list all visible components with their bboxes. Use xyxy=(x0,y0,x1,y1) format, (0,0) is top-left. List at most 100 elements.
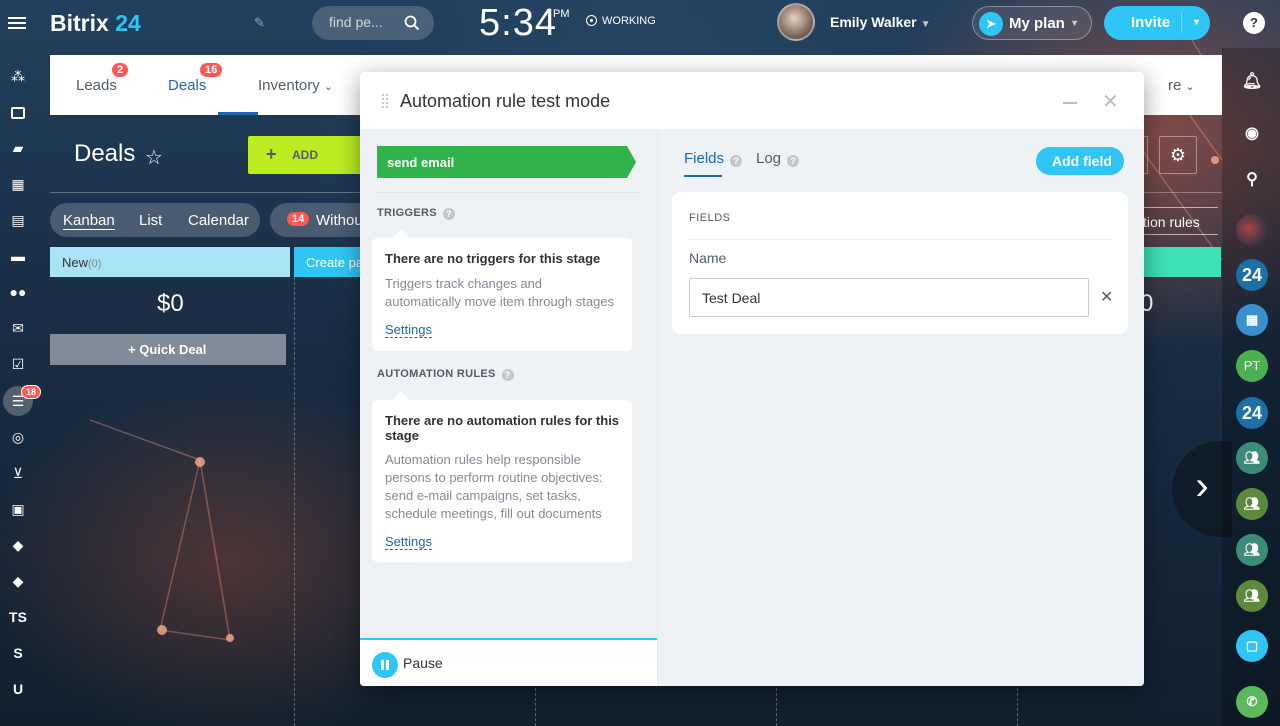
sidebar-item-ts[interactable]: TS xyxy=(5,604,31,630)
work-status[interactable]: WORKING xyxy=(586,15,656,27)
tab-deals[interactable]: Deals xyxy=(168,77,206,94)
without-badge: 14 xyxy=(287,212,310,226)
kanban-column-right[interactable] xyxy=(1143,247,1221,277)
sidebar-item-u[interactable]: U xyxy=(5,676,31,702)
kanban-column-create[interactable]: Create pa xyxy=(294,247,364,277)
triggers-section-title: TRIGGERS? xyxy=(377,207,455,220)
invite-button[interactable]: Invite ▼ xyxy=(1104,6,1210,40)
chevron-down-icon: ▼ xyxy=(920,19,931,30)
leads-badge: 2 xyxy=(112,63,129,77)
add-deal-button[interactable]: + ADD xyxy=(248,136,368,174)
tasks-icon[interactable]: ☑ xyxy=(5,351,31,377)
top-header: Bitrix 24 ✎ 5:34 PM WORKING Emily Walker… xyxy=(0,0,1280,48)
chevron-down-icon[interactable]: ▼ xyxy=(1192,17,1201,27)
kanban-column-new[interactable]: New(0) xyxy=(50,247,290,277)
quick-deal-button[interactable]: + Quick Deal xyxy=(50,334,286,365)
chat-avatar[interactable] xyxy=(1236,214,1268,246)
triggers-settings-link[interactable]: Settings xyxy=(385,322,432,338)
triggers-card-title: There are no triggers for this stage xyxy=(385,251,601,266)
cube-icon-2[interactable]: ◆ xyxy=(5,568,31,594)
messenger-icon[interactable]: ◉ xyxy=(1236,118,1268,150)
pause-icon[interactable] xyxy=(372,652,398,678)
bitrix24-logo[interactable]: Bitrix 24 xyxy=(50,10,141,37)
gear-icon: ⚙ xyxy=(1169,145,1187,165)
help-icon[interactable]: ? xyxy=(730,155,743,167)
documents-icon[interactable]: ▤ xyxy=(5,207,31,233)
clear-field-icon[interactable]: ✕ xyxy=(1100,287,1113,307)
mail-icon[interactable]: ✉ xyxy=(5,315,31,341)
column-sum: $0 xyxy=(157,290,184,317)
fields-panel: Fields? Log? Add field FIELDS Name ✕ xyxy=(657,130,1144,686)
toolbar-button-edge xyxy=(1144,136,1148,174)
target-icon[interactable]: ◎ xyxy=(5,424,31,450)
search-icon[interactable]: ⚲ xyxy=(1236,164,1268,196)
stage-send-email[interactable]: send email xyxy=(377,146,636,178)
triggers-card-desc: Triggers track changes and automatically… xyxy=(385,276,615,309)
feed-icon[interactable] xyxy=(5,99,31,125)
settings-gear-button[interactable]: ⚙ xyxy=(1159,136,1197,174)
modal-header: Automation rule test mode ✕ xyxy=(360,72,1144,130)
shop-icon[interactable]: ⊻ xyxy=(5,460,31,486)
close-icon[interactable]: ✕ xyxy=(1102,89,1119,114)
group-chat-icon-3[interactable]: 👥︎ xyxy=(1236,534,1268,566)
group-chat-icon-2[interactable]: 👥︎ xyxy=(1236,488,1268,520)
calendar-icon[interactable]: ▦ xyxy=(5,171,31,197)
view-switcher: Kanban List Calendar xyxy=(50,203,260,237)
search-icon[interactable] xyxy=(404,15,420,31)
help-icon[interactable]: ? xyxy=(787,155,800,167)
active-tab-indicator xyxy=(218,112,258,115)
activity-stream-icon[interactable]: ⁂ xyxy=(5,63,31,89)
pause-button[interactable]: Pause xyxy=(403,655,443,671)
bitrix24-chat-icon-2[interactable]: 24 xyxy=(1236,397,1268,429)
name-field-input[interactable] xyxy=(689,278,1089,317)
user-menu[interactable]: Emily Walker ▼ xyxy=(830,14,931,30)
tab-fields[interactable]: Fields? xyxy=(684,150,743,167)
pt-avatar[interactable]: PT xyxy=(1236,350,1268,382)
add-field-button[interactable]: Add field xyxy=(1036,147,1124,175)
chevron-down-icon: ⌄ xyxy=(1185,81,1195,93)
drag-handle-icon[interactable] xyxy=(382,94,390,108)
automation-card-desc: Automation rules help responsible person… xyxy=(385,452,603,521)
view-kanban[interactable]: Kanban xyxy=(63,212,115,230)
tab-inventory[interactable]: Inventory ⌄ xyxy=(258,77,333,94)
fields-card: FIELDS Name ✕ xyxy=(672,192,1128,334)
group-chat-icon[interactable]: 👥︎ xyxy=(1236,442,1268,474)
help-icon[interactable]: ? xyxy=(1243,12,1265,34)
automation-settings-link[interactable]: Settings xyxy=(385,534,432,550)
group-chat-icon-4[interactable]: 👥︎ xyxy=(1236,580,1268,612)
pencil-icon[interactable]: ✎ xyxy=(254,15,268,30)
bitrix24-chat-icon[interactable]: 24 xyxy=(1236,259,1268,291)
view-calendar[interactable]: Calendar xyxy=(188,212,249,229)
deals-badge: 16 xyxy=(200,63,223,77)
phone-icon[interactable]: ✆ xyxy=(1236,686,1268,718)
modal-title: Automation rule test mode xyxy=(400,91,611,111)
minimize-icon[interactable] xyxy=(1063,102,1077,104)
tab-leads[interactable]: Leads xyxy=(76,77,117,94)
contact-center-icon[interactable]: ▢ xyxy=(1236,630,1268,662)
search-box[interactable] xyxy=(312,6,434,40)
help-icon[interactable]: ? xyxy=(501,369,514,381)
tab-more[interactable]: re ⌄ xyxy=(1168,77,1195,94)
employees-icon[interactable]: ●● xyxy=(5,279,31,305)
my-plan-button[interactable]: ➤ My plan ▼ xyxy=(972,6,1092,40)
drive-icon[interactable]: ▬ xyxy=(5,243,31,269)
chevron-down-icon: ▼ xyxy=(1070,18,1079,28)
bell-icon[interactable]: 🔔︎ xyxy=(1236,66,1268,98)
help-icon[interactable]: ? xyxy=(442,208,455,220)
filter-without-activity[interactable]: 14 Withou xyxy=(270,203,363,237)
user-avatar[interactable] xyxy=(777,3,815,41)
name-field-label: Name xyxy=(689,250,727,266)
search-input[interactable] xyxy=(329,14,409,30)
cube-icon[interactable]: ◆ xyxy=(5,532,31,558)
automation-card: There are no automation rules for this s… xyxy=(372,391,632,562)
view-list[interactable]: List xyxy=(139,212,162,229)
tab-log[interactable]: Log? xyxy=(756,150,800,167)
menu-icon[interactable] xyxy=(8,14,26,32)
calendar-chat-icon[interactable]: ▦ xyxy=(1236,304,1268,336)
chat-icon[interactable]: ▰ xyxy=(5,135,31,161)
clock-time[interactable]: 5:34 xyxy=(479,2,557,45)
sidebar-item-s[interactable]: S xyxy=(5,640,31,666)
star-icon[interactable]: ☆ xyxy=(145,145,163,170)
rocket-icon: ➤ xyxy=(979,12,1003,36)
contact-center-icon[interactable]: ▣ xyxy=(5,496,31,522)
